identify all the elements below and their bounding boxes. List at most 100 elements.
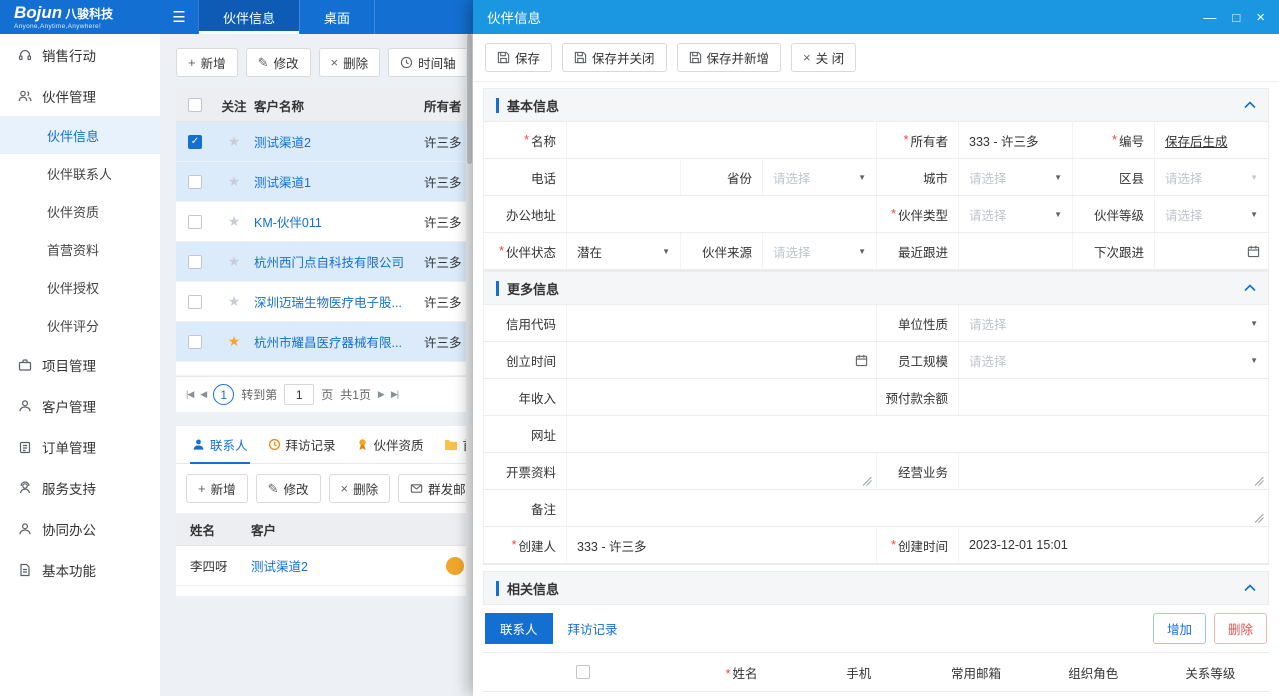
remark-textarea[interactable] [566, 490, 1268, 526]
current-page-button[interactable]: 1 [213, 384, 234, 405]
close-button[interactable]: × 关 闭 [791, 43, 856, 72]
maximize-icon[interactable]: □ [1232, 10, 1240, 25]
goto-page-input[interactable] [284, 384, 314, 405]
staff-size-select[interactable]: 请选择▼ [958, 342, 1268, 378]
first-page-icon[interactable]: |◀ [186, 389, 193, 400]
sidebar-item-sales-action[interactable]: 销售行动 [0, 34, 160, 75]
contact-edit-button[interactable]: ✎修改 [256, 474, 321, 503]
top-tab-desktop[interactable]: 桌面 [299, 0, 375, 34]
save-new-button[interactable]: 保存并新增 [677, 43, 782, 72]
status-badge-icon [446, 557, 464, 575]
row-checkbox[interactable] [188, 135, 202, 149]
calendar-icon[interactable] [1247, 245, 1260, 258]
row-checkbox[interactable] [188, 295, 202, 309]
sidebar-item-service-support[interactable]: 服务支持 [0, 467, 160, 508]
tab-contacts[interactable]: 联系人 [182, 426, 258, 463]
star-icon[interactable]: ★ [214, 173, 254, 190]
owner-field[interactable]: 333 - 许三多 [958, 122, 1072, 158]
star-icon[interactable]: ★ [214, 213, 254, 230]
last-follow-field[interactable] [958, 233, 1072, 269]
star-icon[interactable]: ★ [214, 333, 254, 350]
add-button[interactable]: +新增 [176, 48, 238, 77]
resize-handle-icon[interactable] [1255, 514, 1264, 523]
customer-name-link[interactable]: 杭州市耀昌医疗器械有限... [254, 332, 424, 351]
menu-toggle-icon[interactable]: ☰ [160, 0, 198, 34]
sidebar-item-partner-qualification[interactable]: 伙伴资质 [0, 192, 160, 230]
phone-input[interactable] [566, 159, 680, 195]
website-input[interactable] [566, 416, 1268, 452]
next-follow-date-input[interactable] [1154, 233, 1268, 269]
delete-button[interactable]: ×删除 [319, 48, 381, 77]
sidebar-item-partner-management[interactable]: 伙伴管理 [0, 75, 160, 116]
row-checkbox[interactable] [188, 215, 202, 229]
sidebar-item-first-sales-data[interactable]: 首营资料 [0, 230, 160, 268]
related-select-all-checkbox[interactable] [576, 665, 590, 679]
sidebar-item-partner-contacts[interactable]: 伙伴联系人 [0, 154, 160, 192]
close-icon[interactable]: × [1256, 9, 1265, 26]
sidebar-item-customer-management[interactable]: 客户管理 [0, 385, 160, 426]
partner-status-select[interactable]: 潜在▼ [566, 233, 680, 269]
customer-name-link[interactable]: 测试渠道1 [254, 172, 424, 191]
clipboard-icon [18, 440, 32, 454]
sidebar-item-order-management[interactable]: 订单管理 [0, 426, 160, 467]
sidebar-item-collaboration[interactable]: 协同办公 [0, 508, 160, 549]
sidebar-item-project-management[interactable]: 项目管理 [0, 344, 160, 385]
chevron-up-icon[interactable] [1244, 584, 1256, 592]
chevron-up-icon[interactable] [1244, 101, 1256, 109]
save-close-button[interactable]: 保存并关闭 [562, 43, 667, 72]
row-checkbox[interactable] [188, 175, 202, 189]
partner-type-select[interactable]: 请选择▼ [958, 196, 1072, 232]
contact-customer-link[interactable]: 测试渠道2 [251, 556, 446, 575]
business-textarea[interactable] [958, 453, 1268, 489]
row-checkbox[interactable] [188, 255, 202, 269]
top-tab-partner-info[interactable]: 伙伴信息 [198, 0, 299, 34]
customer-name-link[interactable]: KM-伙伴011 [254, 212, 424, 231]
founded-date-input[interactable] [566, 342, 876, 378]
star-icon[interactable]: ★ [214, 253, 254, 270]
city-select[interactable]: 请选择▼ [958, 159, 1072, 195]
row-checkbox[interactable] [188, 335, 202, 349]
sidebar-item-partner-info[interactable]: 伙伴信息 [0, 116, 160, 154]
select-all-checkbox[interactable] [188, 98, 202, 112]
name-input[interactable] [566, 122, 876, 158]
scrollbar[interactable] [466, 34, 473, 696]
partner-level-select[interactable]: 请选择▼ [1154, 196, 1268, 232]
prev-page-icon[interactable]: ◀ [200, 389, 206, 400]
related-add-button[interactable]: 增加 [1153, 613, 1206, 644]
customer-name-link[interactable]: 测试渠道2 [254, 132, 424, 151]
tab-visit-records[interactable]: 拜访记录 [258, 426, 346, 463]
star-icon[interactable]: ★ [214, 133, 254, 150]
minimize-icon[interactable]: — [1203, 10, 1216, 25]
edit-button[interactable]: ✎修改 [246, 48, 311, 77]
star-icon[interactable]: ★ [214, 293, 254, 310]
code-value[interactable]: 保存后生成 [1165, 131, 1228, 150]
address-input[interactable] [566, 196, 876, 232]
chevron-up-icon[interactable] [1244, 284, 1256, 292]
resize-handle-icon[interactable] [1255, 477, 1264, 486]
contact-add-button[interactable]: +新增 [186, 474, 248, 503]
scrollbar-thumb[interactable] [467, 34, 472, 164]
sidebar-item-partner-score[interactable]: 伙伴评分 [0, 306, 160, 344]
save-button[interactable]: 保存 [485, 43, 552, 72]
tab-partner-qualification[interactable]: 伙伴资质 [346, 426, 434, 463]
related-tab-visits[interactable]: 拜访记录 [553, 613, 633, 644]
related-tab-contacts[interactable]: 联系人 [485, 613, 553, 644]
resize-handle-icon[interactable] [863, 477, 872, 486]
calendar-icon[interactable] [855, 354, 868, 367]
partner-source-select[interactable]: 请选择▼ [762, 233, 876, 269]
credit-code-input[interactable] [566, 305, 876, 341]
customer-name-link[interactable]: 深圳迈瑞生物医疗电子股... [254, 292, 424, 311]
province-select[interactable]: 请选择▼ [762, 159, 876, 195]
timeline-button[interactable]: 时间轴 [388, 48, 468, 77]
invoice-textarea[interactable] [566, 453, 876, 489]
annual-income-input[interactable] [566, 379, 876, 415]
sidebar-item-basic-functions[interactable]: 基本功能 [0, 549, 160, 590]
customer-name-link[interactable]: 杭州西门点自科技有限公司 [254, 252, 424, 271]
last-page-icon[interactable]: ▶| [391, 389, 398, 400]
select-placeholder: 请选择 [773, 168, 811, 187]
related-delete-button[interactable]: 删除 [1214, 613, 1267, 644]
next-page-icon[interactable]: ▶ [378, 389, 384, 400]
sidebar-item-partner-authorization[interactable]: 伙伴授权 [0, 268, 160, 306]
unit-nature-select[interactable]: 请选择▼ [958, 305, 1268, 341]
contact-delete-button[interactable]: ×删除 [329, 474, 391, 503]
